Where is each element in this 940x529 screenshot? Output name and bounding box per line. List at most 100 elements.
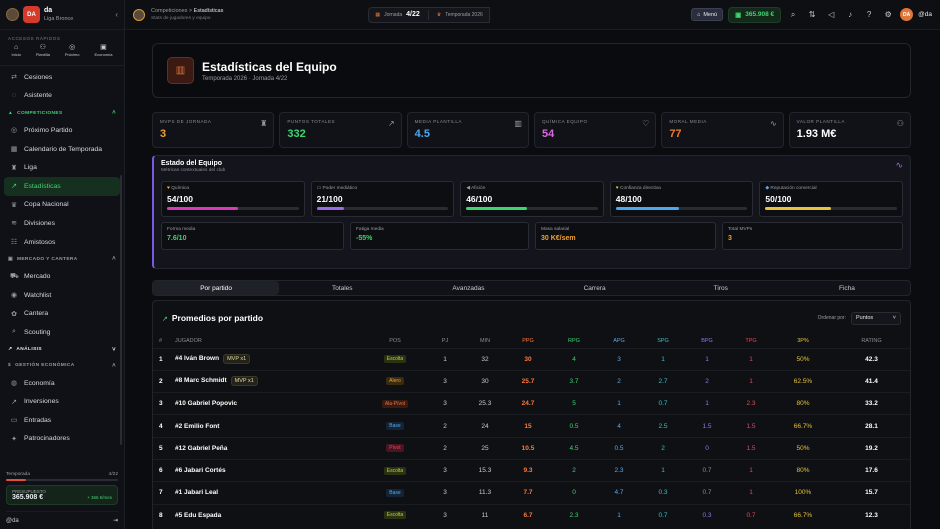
sidebar-item-watchlist[interactable]: ◉ Watchlist	[0, 286, 124, 305]
player-name[interactable]: #8 Marc Schmidt	[175, 377, 227, 384]
sidebar-item-amistosos[interactable]: ☷ Amistosos	[0, 233, 124, 252]
player-name-cell[interactable]: #2 Emilio Font	[175, 414, 365, 438]
club-logo[interactable]: DA	[23, 6, 40, 23]
player-name[interactable]: #10 Gabriel Popovic	[175, 400, 237, 407]
player-name[interactable]: #6 Jabari Cortés	[175, 467, 226, 474]
tab-avanzadas[interactable]: Avanzadas	[405, 281, 531, 295]
assistant-icon: ◌	[11, 92, 17, 100]
bpg-cell: 1.5	[685, 414, 729, 438]
logout-icon[interactable]: ⇥	[113, 517, 118, 524]
breadcrumb-parent[interactable]: Competiciones	[151, 8, 187, 14]
menu-button[interactable]: ⌂ Menú	[690, 8, 724, 21]
ball-logo-icon	[6, 8, 19, 21]
budget-card[interactable]: PRESUPUESTO 365.908 € + 366 €/mes	[6, 485, 118, 505]
sidebar-item-proximo-partido[interactable]: ◎ Próximo Partido	[0, 121, 124, 140]
player-name[interactable]: #2 Emilio Font	[175, 423, 219, 430]
table-row[interactable]: 8 #5 Edu Espada Escolta 3 11 6.7 2.3 1 0.7 0.3 0.7…	[153, 503, 910, 527]
tab-ficha[interactable]: Ficha	[784, 281, 910, 295]
table-row[interactable]: 1 #4 Iván Brown MVP x1 Escolta 1 32 30 4 3 1 1 1 50%…	[153, 347, 910, 371]
min-cell: 11.3	[465, 481, 505, 505]
sidebar-item-economia[interactable]: ◍ Economía	[0, 374, 124, 393]
quick-access-economy[interactable]: ▣ Economía	[94, 44, 112, 57]
player-name-cell[interactable]: #10 Gabriel Popovic	[175, 392, 365, 415]
tab-por-partido[interactable]: Por partido	[153, 281, 280, 295]
tpg-cell: 2.3	[729, 392, 773, 415]
quick-access-squad[interactable]: ⚇ Plantilla	[36, 44, 50, 57]
volume-icon[interactable]: ◁	[824, 10, 838, 19]
sidebar-item-copa[interactable]: ♛ Copa Nacional	[0, 196, 124, 215]
ticket-icon: ▭	[10, 417, 18, 425]
player-name[interactable]: #4 Iván Brown	[175, 355, 219, 362]
coin-icon: ◍	[10, 380, 18, 388]
collapse-sidebar-icon[interactable]: ‹	[115, 10, 118, 19]
sidebar-item-liga[interactable]: ♜ Liga	[0, 158, 124, 177]
team-state-subtitle: Métricas contextuales del club	[161, 168, 226, 173]
avatar[interactable]: DA	[900, 8, 914, 21]
page-title: Estadísticas del Equipo	[202, 59, 337, 74]
player-name[interactable]: #12 Gabriel Peña	[175, 445, 227, 452]
sidebar-item-scouting[interactable]: ⌕ Scouting	[0, 323, 124, 342]
table-row[interactable]: 3 #10 Gabriel Popovic Ala-Pívot 3 25.3 24.7 5 1…	[153, 392, 910, 415]
mini-form: Forma media 7.6/10	[161, 222, 344, 250]
player-name-cell[interactable]: #8 Marc Schmidt MVP x1	[175, 369, 365, 393]
three-pct-cell: 50%	[773, 436, 833, 460]
player-name[interactable]: #1 Jabari Leal	[175, 489, 218, 496]
transfer-icon[interactable]: ⇅	[805, 10, 819, 19]
sidebar-item-asistente[interactable]: ◌ Asistente	[0, 87, 124, 106]
kpi-value: 332	[287, 128, 306, 140]
section-economy[interactable]: $ GESTIÓN ECONÓMICA ˄	[0, 358, 124, 374]
table-row[interactable]: 6 #6 Jabari Cortés Escolta 3 15.3 9.3 2 2.3 1 0.7…	[153, 458, 910, 482]
section-competitions[interactable]: ▲ COMPETICIONES ˄	[0, 105, 124, 121]
sidebar-item-cantera[interactable]: ✿ Cantera	[0, 305, 124, 324]
position-badge: Escolta	[383, 466, 407, 475]
player-name-cell[interactable]: #12 Gabriel Peña	[175, 436, 365, 460]
user-handle[interactable]: @da	[918, 11, 932, 18]
help-icon[interactable]: ?	[862, 10, 876, 19]
tab-totales[interactable]: Totales	[279, 281, 405, 295]
sidebar-item-patrocinadores[interactable]: ✦ Patrocinadores	[0, 430, 124, 449]
bell-icon[interactable]: ♪	[843, 10, 857, 19]
eye-icon: ◉	[10, 292, 18, 300]
money-indicator[interactable]: ▣ 365.908 €	[728, 6, 782, 23]
player-name-cell[interactable]: #5 Edu Espada	[175, 503, 365, 527]
table-row[interactable]: 4 #2 Emilio Font Base 2 24 15 0.5 4 2.5 1.5 1.5 66.…	[153, 414, 910, 438]
sidebar-item-estadisticas[interactable]: ↗ Estadísticas	[4, 176, 120, 196]
gear-icon[interactable]: ⚙	[881, 10, 895, 19]
gauge-fill	[765, 207, 832, 210]
table-row[interactable]: 5 #12 Gabriel Peña Pívot 2 25 10.5 4.5 0.5 2 0 1.5…	[153, 436, 910, 460]
market-section-icon: ▣	[8, 256, 13, 262]
sidebar-item-divisiones[interactable]: ≋ Divisiones	[0, 214, 124, 233]
sidebar-item-entradas[interactable]: ▭ Entradas	[0, 411, 124, 430]
sidebar-item-mercado[interactable]: ⛟ Mercado	[0, 267, 124, 286]
player-name-cell[interactable]: #6 Jabari Cortés	[175, 458, 365, 482]
kpi-value: 54	[541, 128, 555, 140]
quick-access-home[interactable]: ⌂ Inicio	[11, 44, 20, 57]
rpg-cell: 5	[551, 392, 597, 415]
three-pct-cell: 80%	[773, 458, 833, 482]
player-name-cell[interactable]: #4 Iván Brown MVP x1	[175, 347, 365, 371]
sort-control: Ordenar por: Puntos ˅	[818, 311, 901, 325]
tab-tiros[interactable]: Tiros	[658, 281, 784, 295]
table-row[interactable]: 7 #1 Jabari Leal Base 3 11.3 7.7 0 4.7 0.3 0.7 1 10…	[153, 481, 910, 505]
mini-salary: Masa salarial 30 K€/sem	[535, 222, 716, 250]
sidebar-user[interactable]: @da	[6, 518, 19, 524]
player-name-cell[interactable]: #1 Jabari Leal	[175, 481, 365, 505]
section-market[interactable]: ▣ MERCADO Y CANTERA ˄	[0, 251, 124, 267]
section-analysis[interactable]: ↗ ANÁLISIS ˅	[0, 342, 124, 358]
chevron-down-icon: ˅	[892, 315, 896, 321]
sidebar-scrollbar[interactable]	[120, 175, 122, 445]
pj-cell: 3	[425, 481, 465, 505]
table-row[interactable]: 2 #8 Marc Schmidt MVP x1 Alero 3 30 25.7 3.7 2 2.…	[153, 369, 910, 393]
sidebar-item-calendario[interactable]: ▦ Calendario de Temporada	[0, 140, 124, 159]
search-icon[interactable]: ⌕	[786, 10, 800, 20]
table-header-row: # JUGADOR POS PJ MIN PPG RPG APG SPG BPG…	[159, 338, 882, 345]
sprout-icon: ✿	[11, 310, 17, 318]
tab-carrera[interactable]: Carrera	[532, 281, 658, 295]
sort-select[interactable]: Puntos ˅	[851, 311, 901, 325]
quick-access-next[interactable]: ◎ Próximo	[65, 44, 80, 57]
sidebar-item-inversiones[interactable]: ↗ Inversiones	[0, 392, 124, 411]
player-name[interactable]: #5 Edu Espada	[175, 512, 221, 519]
trend-up-icon: ↗	[162, 316, 168, 323]
sidebar-item-cesiones[interactable]: ⇄ Cesiones	[0, 68, 124, 87]
chevron-up-icon: ˄	[112, 256, 116, 263]
